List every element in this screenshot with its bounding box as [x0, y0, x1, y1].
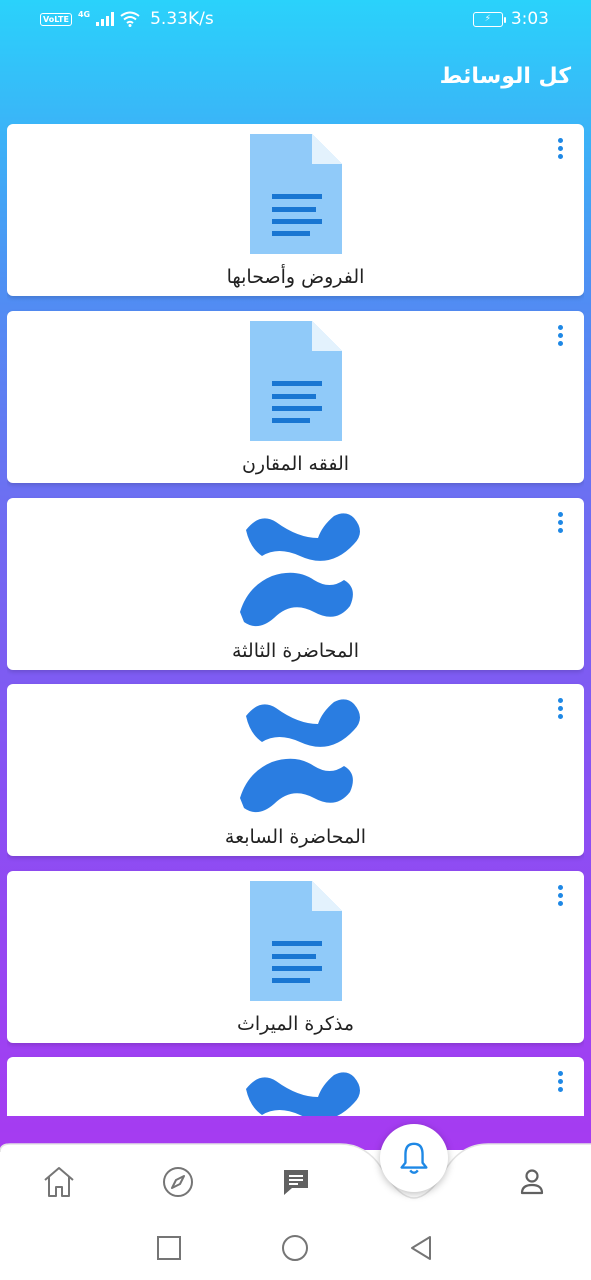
volte-badge: VoLTE — [40, 12, 72, 26]
app-logo-icon — [239, 513, 360, 627]
network-speed: 5.33K/s — [150, 9, 214, 29]
battery-charging-icon: ⚡ — [472, 11, 506, 27]
explore-icon[interactable] — [158, 1162, 198, 1202]
more-options-icon[interactable] — [556, 512, 564, 536]
home-icon[interactable] — [39, 1162, 79, 1202]
signal-icon — [96, 12, 115, 26]
chat-icon[interactable] — [276, 1162, 316, 1202]
status-bar: VoLTE 4G 5.33K/s ⚡ 3:03 — [0, 0, 591, 40]
more-options-icon[interactable] — [556, 1071, 564, 1095]
bell-icon — [400, 1142, 428, 1174]
page-title: كل الوسائط — [439, 64, 571, 89]
recent-apps-icon[interactable] — [153, 1232, 185, 1264]
clock: 3:03 — [510, 9, 549, 29]
media-card[interactable]: المحاضرة السابعة — [7, 684, 584, 856]
more-options-icon[interactable] — [556, 138, 564, 162]
back-icon[interactable] — [405, 1232, 437, 1264]
app-logo-icon — [239, 699, 360, 813]
media-card[interactable]: الفقه المقارن — [7, 311, 584, 483]
media-card[interactable]: مذكرة الميراث — [7, 871, 584, 1043]
media-title: مذكرة الميراث — [236, 1013, 355, 1035]
media-title: الفروض وأصحابها — [226, 266, 365, 288]
document-icon — [249, 881, 342, 1001]
document-icon — [249, 321, 342, 441]
app-logo-icon — [245, 1072, 360, 1116]
media-card[interactable]: الفروض وأصحابها — [7, 124, 584, 296]
network-type: 4G — [77, 9, 91, 19]
media-card[interactable]: المحاضرة الثالثة — [7, 498, 584, 670]
more-options-icon[interactable] — [556, 325, 564, 349]
more-options-icon[interactable] — [556, 698, 564, 722]
home-button-icon[interactable] — [279, 1232, 311, 1264]
more-options-icon[interactable] — [556, 885, 564, 909]
profile-icon[interactable] — [512, 1162, 552, 1202]
document-icon — [249, 134, 342, 254]
media-title: المحاضرة السابعة — [224, 826, 367, 848]
media-list[interactable]: الفروض وأصحابها الفقه المقارن المحاضرة ا… — [7, 124, 584, 1116]
media-card[interactable] — [7, 1057, 584, 1116]
media-title: الفقه المقارن — [241, 453, 350, 475]
notifications-button[interactable] — [380, 1124, 448, 1192]
media-title: المحاضرة الثالثة — [231, 640, 360, 662]
wifi-icon — [120, 11, 140, 27]
